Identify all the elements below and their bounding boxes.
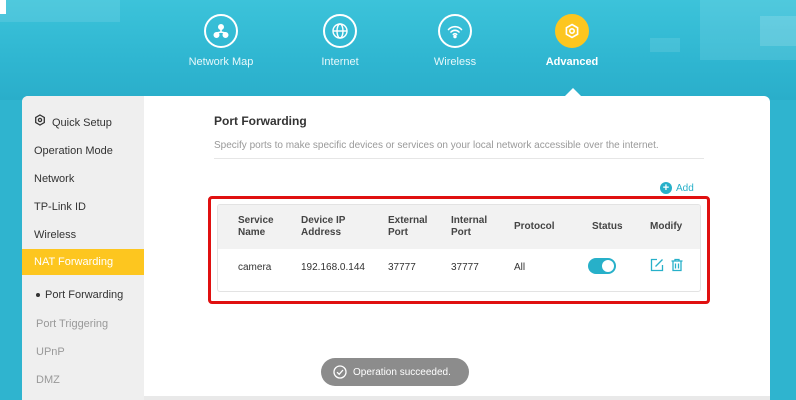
page-description: Specify ports to make specific devices o… <box>214 140 659 151</box>
sidebar-subitem-port-forwarding[interactable]: Port Forwarding <box>22 282 144 308</box>
bullet-icon <box>36 293 40 298</box>
header-protocol: Protocol <box>514 221 555 232</box>
header-decoration <box>0 0 120 22</box>
sidebar-item-wireless[interactable]: Wireless <box>22 222 144 248</box>
nav-label: Wireless <box>433 56 477 68</box>
toast-message: Operation succeeded. <box>353 366 451 378</box>
edit-icon[interactable] <box>650 258 664 277</box>
sidebar-item-label: Network <box>34 173 75 185</box>
sidebar-item-label: Port Forwarding <box>45 289 124 301</box>
sidebar-item-label: Operation Mode <box>34 145 113 157</box>
header-decoration <box>650 38 680 52</box>
cell-internal-port: 37777 <box>451 262 479 273</box>
sidebar-item-operation-mode[interactable]: Operation Mode <box>22 138 144 164</box>
header-device-ip: Device IP Address <box>301 215 346 238</box>
main-card: Quick Setup Operation Mode Network TP-Li… <box>22 96 770 400</box>
toggle-knob <box>602 260 614 272</box>
network-map-icon <box>204 14 238 48</box>
sidebar-item-label: NAT Forwarding <box>34 256 114 268</box>
highlight-frame: Service Name Device IP Address External … <box>208 196 710 304</box>
sidebar-item-label: TP-Link ID <box>34 201 86 213</box>
sidebar-item-network[interactable]: Network <box>22 166 144 192</box>
header-modify: Modify <box>650 221 683 232</box>
sidebar-subitem-port-triggering[interactable]: Port Triggering <box>22 311 144 337</box>
nav-advanced[interactable]: Advanced <box>517 14 627 68</box>
nav-internet[interactable]: Internet <box>285 14 395 68</box>
bottom-bar <box>144 396 770 400</box>
gear-icon <box>34 110 46 136</box>
nav-label: Internet <box>321 56 359 68</box>
top-header: Network Map Internet Wireless Advanced <box>0 0 796 100</box>
sidebar-item-label: Wireless <box>34 229 77 241</box>
cell-service-name: camera <box>238 262 272 273</box>
check-circle-icon <box>333 365 347 379</box>
page-title: Port Forwarding <box>214 114 307 128</box>
corner-mark <box>0 0 6 14</box>
trash-icon[interactable] <box>670 258 684 277</box>
nav-label: Network Map <box>188 56 254 68</box>
cell-device-ip: 192.168.0.144 <box>301 262 365 273</box>
nav-network-map[interactable]: Network Map <box>166 14 276 68</box>
cell-external-port: 37777 <box>388 262 416 273</box>
sidebar-item-label: DMZ <box>36 374 60 386</box>
globe-icon <box>323 14 357 48</box>
wifi-icon <box>438 14 472 48</box>
sidebar-item-quick-setup[interactable]: Quick Setup <box>22 110 144 136</box>
status-toggle[interactable] <box>588 258 616 274</box>
sidebar-item-label: Port Triggering <box>36 318 109 330</box>
port-forwarding-table: Service Name Device IP Address External … <box>217 204 701 292</box>
header-service-name: Service Name <box>238 215 274 238</box>
header-external-port: External Port <box>388 215 428 238</box>
content-area: Port Forwarding Specify ports to make sp… <box>144 96 770 400</box>
add-label: Add <box>676 182 694 194</box>
header-internal-port: Internal Port <box>451 215 488 238</box>
nav-wireless[interactable]: Wireless <box>400 14 510 68</box>
add-button[interactable]: + Add <box>660 182 694 194</box>
table-header: Service Name Device IP Address External … <box>218 205 700 249</box>
header-status: Status <box>592 221 623 232</box>
plus-circle-icon: + <box>660 182 672 194</box>
toast-notification: Operation succeeded. <box>321 358 469 386</box>
sidebar-item-nat-forwarding[interactable]: NAT Forwarding <box>22 249 144 275</box>
sidebar-subitem-upnp[interactable]: UPnP <box>22 339 144 365</box>
divider <box>214 158 704 159</box>
nav-label: Advanced <box>545 56 599 68</box>
header-decoration <box>760 16 796 46</box>
sidebar-item-tp-link-id[interactable]: TP-Link ID <box>22 194 144 220</box>
sidebar-item-label: UPnP <box>36 346 65 358</box>
cell-protocol: All <box>514 262 526 273</box>
sidebar: Quick Setup Operation Mode Network TP-Li… <box>22 96 144 400</box>
sidebar-subitem-dmz[interactable]: DMZ <box>22 367 144 393</box>
gear-icon <box>555 14 589 48</box>
sidebar-item-label: Quick Setup <box>52 117 112 129</box>
